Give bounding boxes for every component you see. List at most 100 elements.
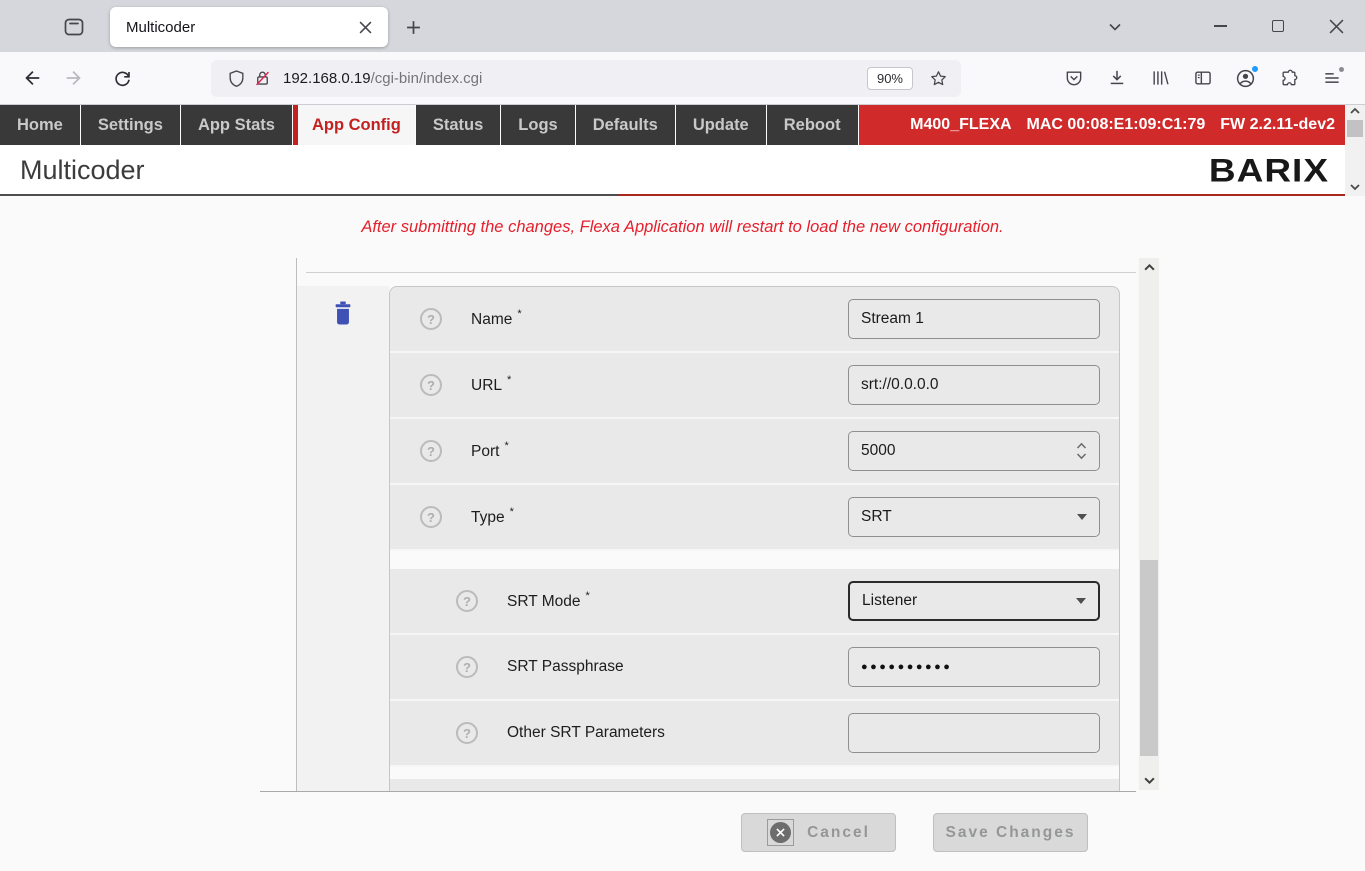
insecure-lock-icon[interactable] [249, 65, 275, 91]
field-row-port: ? Port* 5000 [390, 419, 1119, 485]
field-label: Type* [471, 507, 514, 527]
group-gap [389, 551, 1120, 569]
srt-mode-input[interactable]: Listener [848, 581, 1100, 621]
reload-button[interactable] [105, 61, 139, 95]
help-icon[interactable]: ? [420, 506, 442, 528]
required-asterisk: * [517, 308, 521, 320]
toolbar-extensions-area [1052, 60, 1353, 96]
field-row-srt-passphrase: ? SRT Passphrase ●●●●●●●●●● [390, 635, 1119, 701]
nav-tab-home[interactable]: Home [0, 105, 81, 145]
nav-tab-reboot[interactable]: Reboot [767, 105, 859, 145]
dropdown-caret-icon [1071, 514, 1087, 520]
nav-tab-app-config[interactable]: App Config [293, 105, 416, 145]
help-icon[interactable]: ? [456, 590, 478, 612]
stream-card: ? Name* Stream 1 ? URL* srt://0.0.0.0 ? … [389, 286, 1120, 791]
help-icon[interactable]: ? [420, 440, 442, 462]
firefox-view-icon[interactable] [58, 11, 90, 43]
tab-close-icon[interactable] [352, 14, 378, 40]
url-host: 192.168.0.19 [283, 70, 371, 87]
tab-strip: Multicoder [0, 0, 1365, 52]
field-label: URL* [471, 375, 511, 395]
frame-scroll-down-icon [1349, 181, 1361, 193]
nav-tab-logs[interactable]: Logs [501, 105, 575, 145]
field-label: SRT Passphrase [507, 658, 624, 676]
browser-window: Multicoder [0, 0, 1365, 871]
form-scrollbar[interactable] [1139, 258, 1159, 790]
bookmark-star-icon[interactable] [925, 65, 951, 91]
url-input[interactable]: srt://0.0.0.0 [848, 365, 1100, 405]
form-scrollbar-thumb[interactable] [1140, 560, 1158, 756]
nav-tab-update[interactable]: Update [676, 105, 767, 145]
field-row-other-srt-parameters: ? Other SRT Parameters [390, 701, 1119, 767]
app-navbar: HomeSettingsApp StatsApp ConfigStatusLog… [0, 105, 1345, 145]
tab-title: Multicoder [126, 19, 352, 36]
nav-tab-status[interactable]: Status [416, 105, 501, 145]
tab-list-chevron-icon[interactable] [1100, 13, 1130, 41]
device-mac: MAC 00:08:E1:09:C1:79 [1027, 116, 1206, 134]
required-asterisk: * [510, 506, 514, 518]
tracking-shield-icon[interactable] [223, 65, 249, 91]
forward-button[interactable] [57, 61, 91, 95]
maximize-button[interactable] [1249, 0, 1307, 52]
required-asterisk: * [586, 590, 590, 602]
field-label: SRT Mode* [507, 591, 590, 611]
delete-stream-icon[interactable] [330, 299, 356, 327]
type-input[interactable]: SRT [848, 497, 1100, 537]
srt-passphrase-input[interactable]: ●●●●●●●●●● [848, 647, 1100, 687]
url-text: 192.168.0.19/cgi-bin/index.cgi [283, 70, 482, 87]
back-button[interactable] [15, 61, 49, 95]
help-icon[interactable]: ? [420, 374, 442, 396]
frame-scrollbar-thumb[interactable] [1347, 120, 1363, 137]
cancel-label: Cancel [807, 824, 870, 842]
stream-config-area: ? Name* Stream 1 ? URL* srt://0.0.0.0 ? … [260, 258, 1136, 792]
help-icon[interactable]: ? [456, 722, 478, 744]
dropdown-caret-icon [1070, 598, 1086, 604]
url-path: /cgi-bin/index.cgi [371, 70, 483, 87]
name-input[interactable]: Stream 1 [848, 299, 1100, 339]
library-icon[interactable] [1138, 60, 1181, 96]
minimize-button[interactable] [1191, 0, 1249, 52]
stream-actions-column [297, 286, 389, 791]
form-scroll-up-icon[interactable] [1139, 261, 1159, 274]
form-actions: Cancel Save Changes [741, 813, 1088, 852]
browser-toolbar: 192.168.0.19/cgi-bin/index.cgi 90% [0, 52, 1365, 105]
url-bar[interactable]: 192.168.0.19/cgi-bin/index.cgi 90% [211, 60, 961, 97]
field-label: Name* [471, 309, 522, 329]
account-notification-dot [1251, 65, 1259, 73]
account-icon[interactable] [1224, 60, 1267, 96]
field-row-name: ? Name* Stream 1 [390, 287, 1119, 353]
save-changes-button[interactable]: Save Changes [933, 813, 1088, 852]
frame-scrollbar[interactable] [1345, 105, 1365, 196]
port-input[interactable]: 5000 [848, 431, 1100, 471]
other-srt-parameters-input[interactable] [848, 713, 1100, 753]
required-asterisk: * [507, 374, 511, 386]
restart-notice: After submitting the changes, Flexa Appl… [0, 218, 1365, 237]
device-name: M400_FLEXA [910, 116, 1011, 134]
number-spinner[interactable] [1070, 441, 1087, 461]
sidebar-icon[interactable] [1181, 60, 1224, 96]
new-tab-button[interactable] [396, 11, 430, 43]
browser-tab[interactable]: Multicoder [110, 7, 388, 47]
downloads-icon[interactable] [1095, 60, 1138, 96]
close-window-button[interactable] [1307, 0, 1365, 52]
menu-notification-dot [1339, 67, 1344, 72]
pocket-icon[interactable] [1052, 60, 1095, 96]
app-content: After submitting the changes, Flexa Appl… [0, 196, 1365, 871]
field-row-srt-mode: ? SRT Mode* Listener [390, 569, 1119, 635]
nav-tab-defaults[interactable]: Defaults [576, 105, 676, 145]
nav-tab-app-stats[interactable]: App Stats [181, 105, 293, 145]
app-menu-icon[interactable] [1310, 60, 1353, 96]
extensions-puzzle-icon[interactable] [1267, 60, 1310, 96]
nav-tab-settings[interactable]: Settings [81, 105, 181, 145]
field-label: Port* [471, 441, 509, 461]
frame-scroll-up-icon [1349, 105, 1361, 117]
card-filler [390, 779, 1119, 791]
form-scroll-down-icon[interactable] [1139, 774, 1159, 787]
group-gap [389, 767, 1120, 779]
help-icon[interactable]: ? [456, 656, 478, 678]
cancel-button[interactable]: Cancel [741, 813, 896, 852]
section-divider [306, 272, 1136, 273]
zoom-level-badge[interactable]: 90% [867, 67, 913, 90]
help-icon[interactable]: ? [420, 308, 442, 330]
barix-logo: BARIX [1209, 152, 1329, 189]
